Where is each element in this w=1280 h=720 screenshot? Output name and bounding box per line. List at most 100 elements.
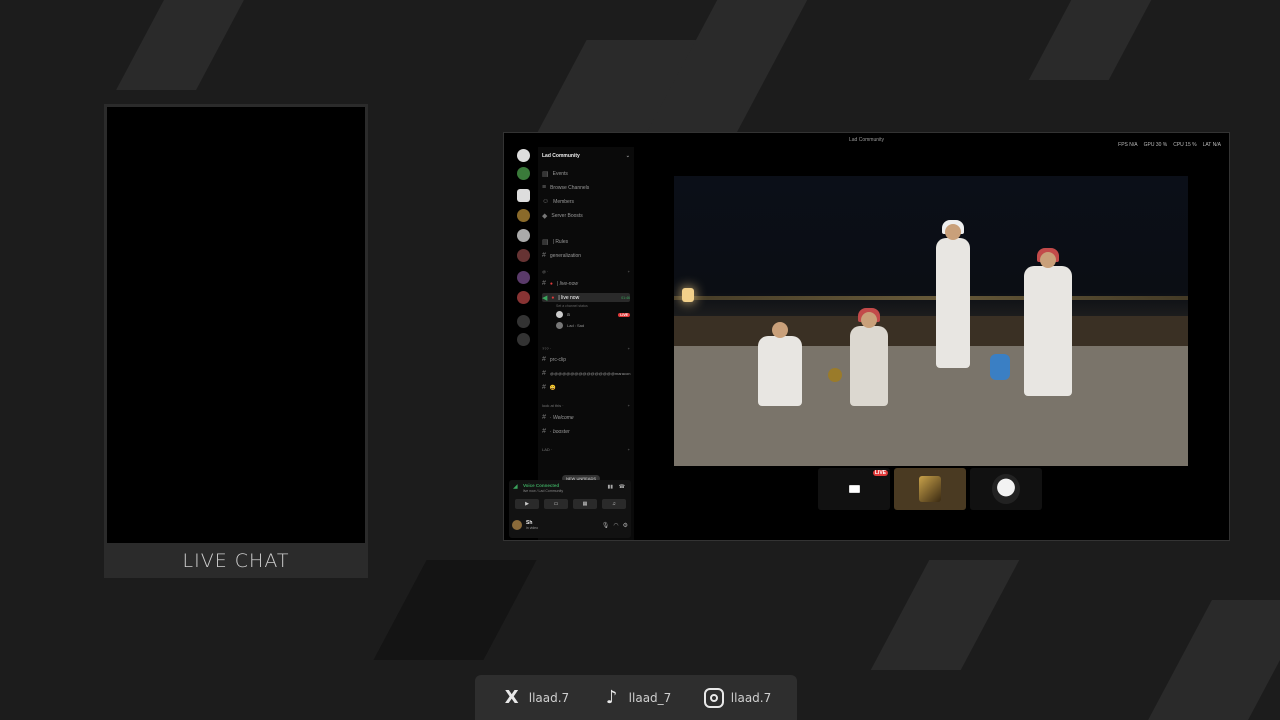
screen-share-icon bbox=[848, 485, 860, 493]
hash-icon: # bbox=[542, 252, 546, 259]
voice-user[interactable]: Lad : Sad bbox=[542, 321, 630, 330]
calendar-icon: ▤ bbox=[542, 170, 549, 178]
background-stripe bbox=[1148, 600, 1280, 720]
person bbox=[936, 220, 970, 368]
server-icon[interactable] bbox=[517, 271, 530, 284]
avatar[interactable] bbox=[512, 520, 522, 530]
server-icon[interactable] bbox=[517, 229, 530, 242]
social-handle: llaad.7 bbox=[730, 690, 772, 705]
channel-label: prc-clip bbox=[549, 356, 567, 363]
guild-header[interactable]: Lad Community ⌄ bbox=[542, 151, 630, 161]
hash-icon: # bbox=[542, 428, 546, 435]
social-x[interactable]: X llaad.7 bbox=[501, 687, 569, 709]
social-tiktok[interactable]: ♪ llaad_7 bbox=[601, 687, 671, 709]
channel-label: · booster bbox=[549, 428, 570, 435]
tiktok-icon: ♪ bbox=[605, 687, 618, 708]
user-status: in video bbox=[526, 526, 539, 530]
camera-button[interactable]: ▶ bbox=[515, 499, 539, 509]
avatar bbox=[556, 311, 563, 318]
screen-icon: ▭ bbox=[553, 501, 559, 507]
channel-generalization[interactable]: # generalization bbox=[542, 251, 630, 260]
sidebar-item-label: Members bbox=[553, 198, 574, 205]
voice-panel: ◢ Voice Connected live now / Lad Communi… bbox=[509, 480, 631, 538]
rules-icon: ▤ bbox=[542, 238, 549, 246]
channel-label: 😄 bbox=[549, 384, 557, 391]
instagram-icon bbox=[703, 687, 725, 709]
voice-user-name: a bbox=[567, 311, 570, 318]
activities-button[interactable]: ▦ bbox=[573, 499, 597, 509]
category-label: look at this · bbox=[542, 403, 564, 408]
participant-tile-stream[interactable]: LIVE bbox=[818, 468, 890, 510]
disconnect-icon[interactable]: ☎ bbox=[619, 484, 625, 490]
mic-icon[interactable]: 🎙 bbox=[602, 522, 610, 529]
gear-icon[interactable]: ⚙ bbox=[623, 522, 628, 529]
download-icon[interactable] bbox=[517, 333, 530, 346]
participant-tile[interactable] bbox=[970, 468, 1042, 510]
live-badge: LIVE bbox=[872, 470, 888, 476]
voice-user[interactable]: a LIVE bbox=[542, 310, 630, 319]
activities-icon: ▦ bbox=[582, 501, 588, 507]
discover-icon[interactable] bbox=[517, 315, 530, 328]
hash-icon: # bbox=[542, 370, 546, 377]
sidebar-item-members[interactable]: ☺ Members bbox=[542, 197, 630, 206]
noise-suppression-icon[interactable]: ▮▮ bbox=[607, 484, 613, 490]
person bbox=[850, 308, 888, 406]
user-info[interactable]: Sh in video bbox=[526, 520, 538, 530]
category-header[interactable]: LAD · + bbox=[542, 447, 630, 452]
gas-tank bbox=[990, 354, 1010, 380]
participant-tiles: LIVE bbox=[818, 468, 1042, 510]
server-icon[interactable] bbox=[517, 167, 530, 180]
live-chat-area bbox=[107, 107, 365, 543]
sidebar-item-browse-channels[interactable]: ≡ Browse Channels bbox=[542, 183, 630, 192]
headphones-icon[interactable]: ◠ bbox=[613, 522, 618, 529]
channel-timer: 01:46 bbox=[621, 295, 630, 300]
sidebar-item-server-boosts[interactable]: ◆ Server Boosts bbox=[542, 211, 630, 220]
server-icon[interactable] bbox=[517, 189, 530, 202]
channel-label: @@@@@@@@@@@@@@@@maracon bbox=[549, 371, 631, 376]
server-icon[interactable] bbox=[517, 209, 530, 222]
channel-welcome[interactable]: # · Welcome bbox=[542, 413, 630, 422]
voice-channel-info: live now / Lad Community bbox=[523, 489, 564, 493]
add-channel-icon[interactable]: + bbox=[628, 403, 630, 408]
channel-status-hint[interactable]: Set a channel status bbox=[542, 301, 630, 310]
server-icon[interactable] bbox=[517, 249, 530, 262]
channel-status-text: Set a channel status bbox=[556, 303, 588, 308]
channel-label: | Rules bbox=[552, 238, 569, 245]
server-icon-home[interactable] bbox=[517, 149, 530, 162]
channel-booster[interactable]: # · booster bbox=[542, 427, 630, 436]
camera-icon: ▶ bbox=[525, 501, 529, 507]
category-header[interactable]: ??? · + bbox=[542, 346, 630, 351]
add-channel-icon[interactable]: + bbox=[628, 269, 630, 274]
participant-tile[interactable] bbox=[894, 468, 966, 510]
social-instagram[interactable]: llaad.7 bbox=[703, 687, 771, 709]
soundboard-button[interactable]: ♫ bbox=[602, 499, 626, 509]
channel-label: | live now bbox=[558, 294, 580, 301]
server-icon[interactable] bbox=[517, 291, 530, 304]
screen-share-button[interactable]: ▭ bbox=[544, 499, 568, 509]
channel-label: | live-now bbox=[556, 280, 578, 287]
channel-rules[interactable]: ▤ | Rules bbox=[542, 237, 630, 246]
add-channel-icon[interactable]: + bbox=[628, 346, 630, 351]
hash-icon: # bbox=[542, 356, 546, 363]
category-header[interactable]: @ · + bbox=[542, 269, 630, 274]
person bbox=[1024, 248, 1072, 396]
voice-connected-status[interactable]: Voice Connected bbox=[523, 483, 559, 488]
lantern bbox=[682, 288, 694, 302]
category-label: LAD · bbox=[542, 447, 553, 452]
add-channel-icon[interactable]: + bbox=[628, 447, 630, 452]
browse-icon: ≡ bbox=[542, 184, 547, 191]
channel-maracon[interactable]: # @@@@@@@@@@@@@@@@maracon bbox=[542, 369, 630, 378]
sidebar-item-events[interactable]: ▤ Events bbox=[542, 169, 630, 178]
live-chat-panel: LIVE CHAT bbox=[104, 104, 368, 578]
channel-emoji[interactable]: # 😄 bbox=[542, 383, 630, 392]
guild-name: Lad Community bbox=[542, 153, 580, 159]
channel-prc-clip[interactable]: # prc-clip bbox=[542, 355, 630, 364]
category-header[interactable]: look at this · + bbox=[542, 403, 630, 408]
social-handle: llaad.7 bbox=[528, 690, 570, 705]
sidebar-item-label: Browse Channels bbox=[550, 184, 590, 191]
latency-stat: LAT N/A bbox=[1202, 142, 1221, 148]
stream-video[interactable] bbox=[674, 176, 1188, 466]
channel-live-now[interactable]: # ● | live-now bbox=[542, 279, 630, 288]
background-stripe bbox=[870, 560, 1020, 670]
chevron-down-icon: ⌄ bbox=[625, 153, 630, 159]
